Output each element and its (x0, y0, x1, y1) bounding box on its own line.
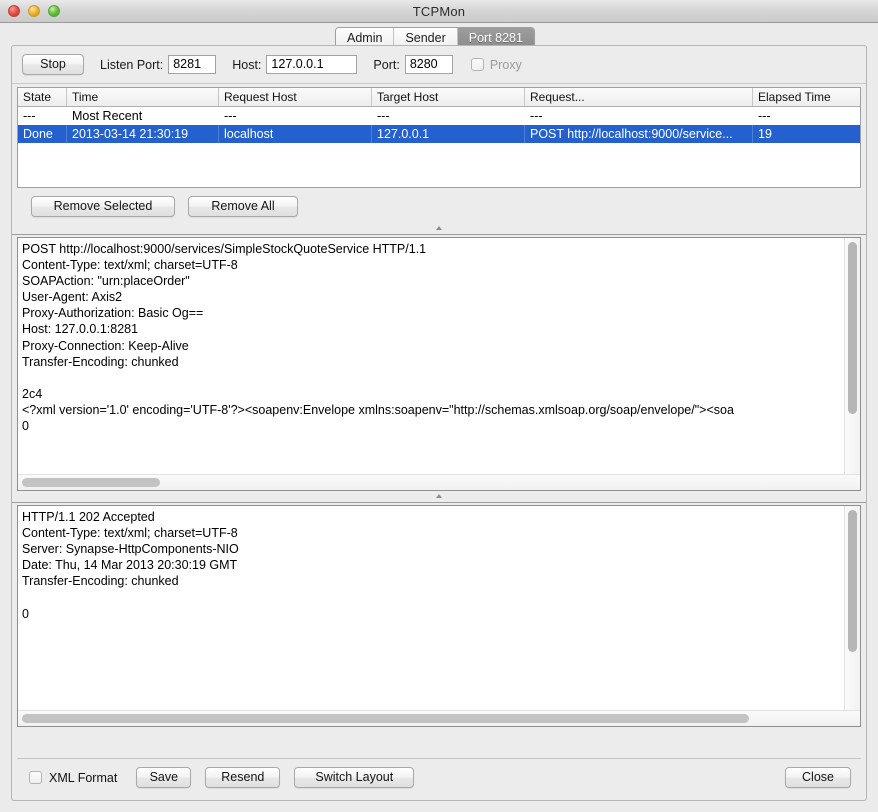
request-pane[interactable]: POST http://localhost:9000/services/Simp… (17, 237, 861, 491)
cell-state: --- (23, 109, 36, 123)
cell-elapsed-time: --- (758, 109, 771, 123)
save-button[interactable]: Save (136, 767, 192, 788)
request-vscroll-thumb[interactable] (848, 242, 857, 414)
response-text-viewport: HTTP/1.1 202 Accepted Content-Type: text… (18, 506, 845, 711)
cell-request: --- (530, 109, 543, 123)
divider-grip-icon (436, 494, 442, 498)
cell-target-host: --- (377, 109, 390, 123)
window-title: TCPMon (412, 3, 466, 19)
stop-button[interactable]: Stop (22, 54, 84, 75)
remove-all-button[interactable]: Remove All (188, 196, 298, 217)
window-titlebar: TCPMon (0, 0, 878, 23)
response-pane[interactable]: HTTP/1.1 202 Accepted Content-Type: text… (17, 505, 861, 727)
response-vscroll-thumb[interactable] (848, 510, 857, 652)
listen-port-label: Listen Port: (100, 57, 164, 72)
connections-table: State Time Request Host Target Host Requ… (18, 88, 860, 143)
table-row[interactable]: --- Most Recent --- --- --- --- (18, 107, 860, 126)
cell-target-host: 127.0.0.1 (371, 125, 525, 143)
request-hscroll-thumb[interactable] (22, 478, 160, 487)
divider-grip-icon (436, 226, 442, 230)
switch-layout-button[interactable]: Switch Layout (294, 767, 415, 788)
xml-format-checkbox-group[interactable]: XML Format (29, 771, 117, 785)
cell-elapsed-time: 19 (752, 125, 860, 143)
table-header-row: State Time Request Host Target Host Requ… (18, 88, 860, 107)
cell-request-host: localhost (218, 125, 372, 143)
request-vertical-scrollbar[interactable] (844, 238, 860, 475)
cell-request: POST http://localhost:9000/service... (524, 125, 753, 143)
column-header-target-host[interactable]: Target Host (371, 88, 525, 107)
request-text[interactable]: POST http://localhost:9000/services/Simp… (18, 238, 844, 434)
response-text[interactable]: HTTP/1.1 202 Accepted Content-Type: text… (18, 506, 844, 622)
xml-format-label: XML Format (49, 770, 118, 785)
response-hscroll-thumb[interactable] (22, 714, 749, 723)
tcpmon-window: TCPMon Admin Sender Port 8281 Stop Liste… (0, 0, 878, 812)
port-panel: Stop Listen Port: Host: Port: Proxy Stat… (11, 45, 867, 801)
cell-time: 2013-03-14 21:30:19 (66, 125, 219, 143)
response-horizontal-scrollbar[interactable] (18, 710, 860, 726)
column-header-request-host[interactable]: Request Host (218, 88, 372, 107)
split-divider-bottom[interactable] (12, 493, 866, 503)
listen-port-input[interactable] (168, 55, 217, 74)
remove-selected-button[interactable]: Remove Selected (31, 196, 175, 217)
table-row[interactable]: Done 2013-03-14 21:30:19 localhost 127.0… (18, 125, 860, 143)
cell-time: Most Recent (72, 109, 143, 123)
request-text-viewport: POST http://localhost:9000/services/Simp… (18, 238, 845, 475)
proxy-checkbox-group[interactable]: Proxy (470, 57, 522, 72)
host-input[interactable] (266, 55, 358, 74)
bottom-toolbar: XML Format Save Resend Switch Layout Clo… (17, 758, 861, 796)
target-port-input[interactable] (404, 55, 453, 74)
response-vertical-scrollbar[interactable] (844, 506, 860, 711)
column-header-elapsed-time[interactable]: Elapsed Time (752, 88, 860, 107)
column-header-state[interactable]: State (18, 88, 67, 107)
host-label: Host: (232, 57, 262, 72)
proxy-checkbox[interactable] (470, 58, 484, 71)
split-divider-top[interactable] (12, 225, 866, 235)
request-horizontal-scrollbar[interactable] (18, 474, 860, 490)
connection-toolbar: Stop Listen Port: Host: Port: Proxy (12, 46, 866, 84)
column-header-time[interactable]: Time (66, 88, 219, 107)
xml-format-checkbox[interactable] (29, 771, 42, 784)
cell-request-host: --- (224, 109, 237, 123)
connections-table-container[interactable]: State Time Request Host Target Host Requ… (17, 87, 861, 188)
proxy-label: Proxy (489, 57, 522, 72)
target-port-label: Port: (373, 57, 400, 72)
cell-state: Done (18, 125, 67, 143)
close-button[interactable]: Close (785, 767, 851, 788)
column-header-request[interactable]: Request... (524, 88, 753, 107)
remove-toolbar: Remove Selected Remove All (12, 188, 866, 225)
resend-button[interactable]: Resend (205, 767, 281, 788)
